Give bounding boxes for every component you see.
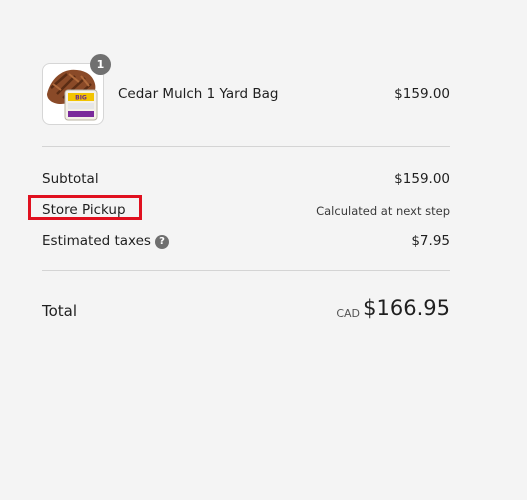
taxes-label-wrap: Estimated taxes? [42,233,169,249]
total-amount: $166.95 [363,296,450,320]
question-circle-icon[interactable]: ? [154,235,169,249]
taxes-row: Estimated taxes? $7.95 [42,233,450,253]
product-thumbnail: BIG 1 [42,54,111,125]
store-pickup-row: Store Pickup Calculated at next step [28,195,450,222]
taxes-value: $7.95 [411,233,450,249]
quantity-badge: 1 [90,54,111,75]
highlight-box [28,195,142,220]
subtotal-label: Subtotal [42,171,99,187]
store-pickup-value: Calculated at next step [316,204,450,218]
subtotal-value: $159.00 [394,171,450,187]
divider [42,146,450,147]
divider [42,270,450,271]
total-label: Total [42,302,78,320]
taxes-label: Estimated taxes [42,233,151,249]
svg-text:BIG: BIG [75,95,87,102]
product-name: Cedar Mulch 1 Yard Bag [118,86,279,102]
product-price: $159.00 [394,86,450,102]
subtotal-row: Subtotal $159.00 [42,171,450,191]
total-row: Total CAD $166.95 [42,295,450,327]
cart-line-item: BIG 1 Cedar Mulch 1 Yard Bag $159.00 [42,54,450,125]
total-currency: CAD [336,307,360,320]
